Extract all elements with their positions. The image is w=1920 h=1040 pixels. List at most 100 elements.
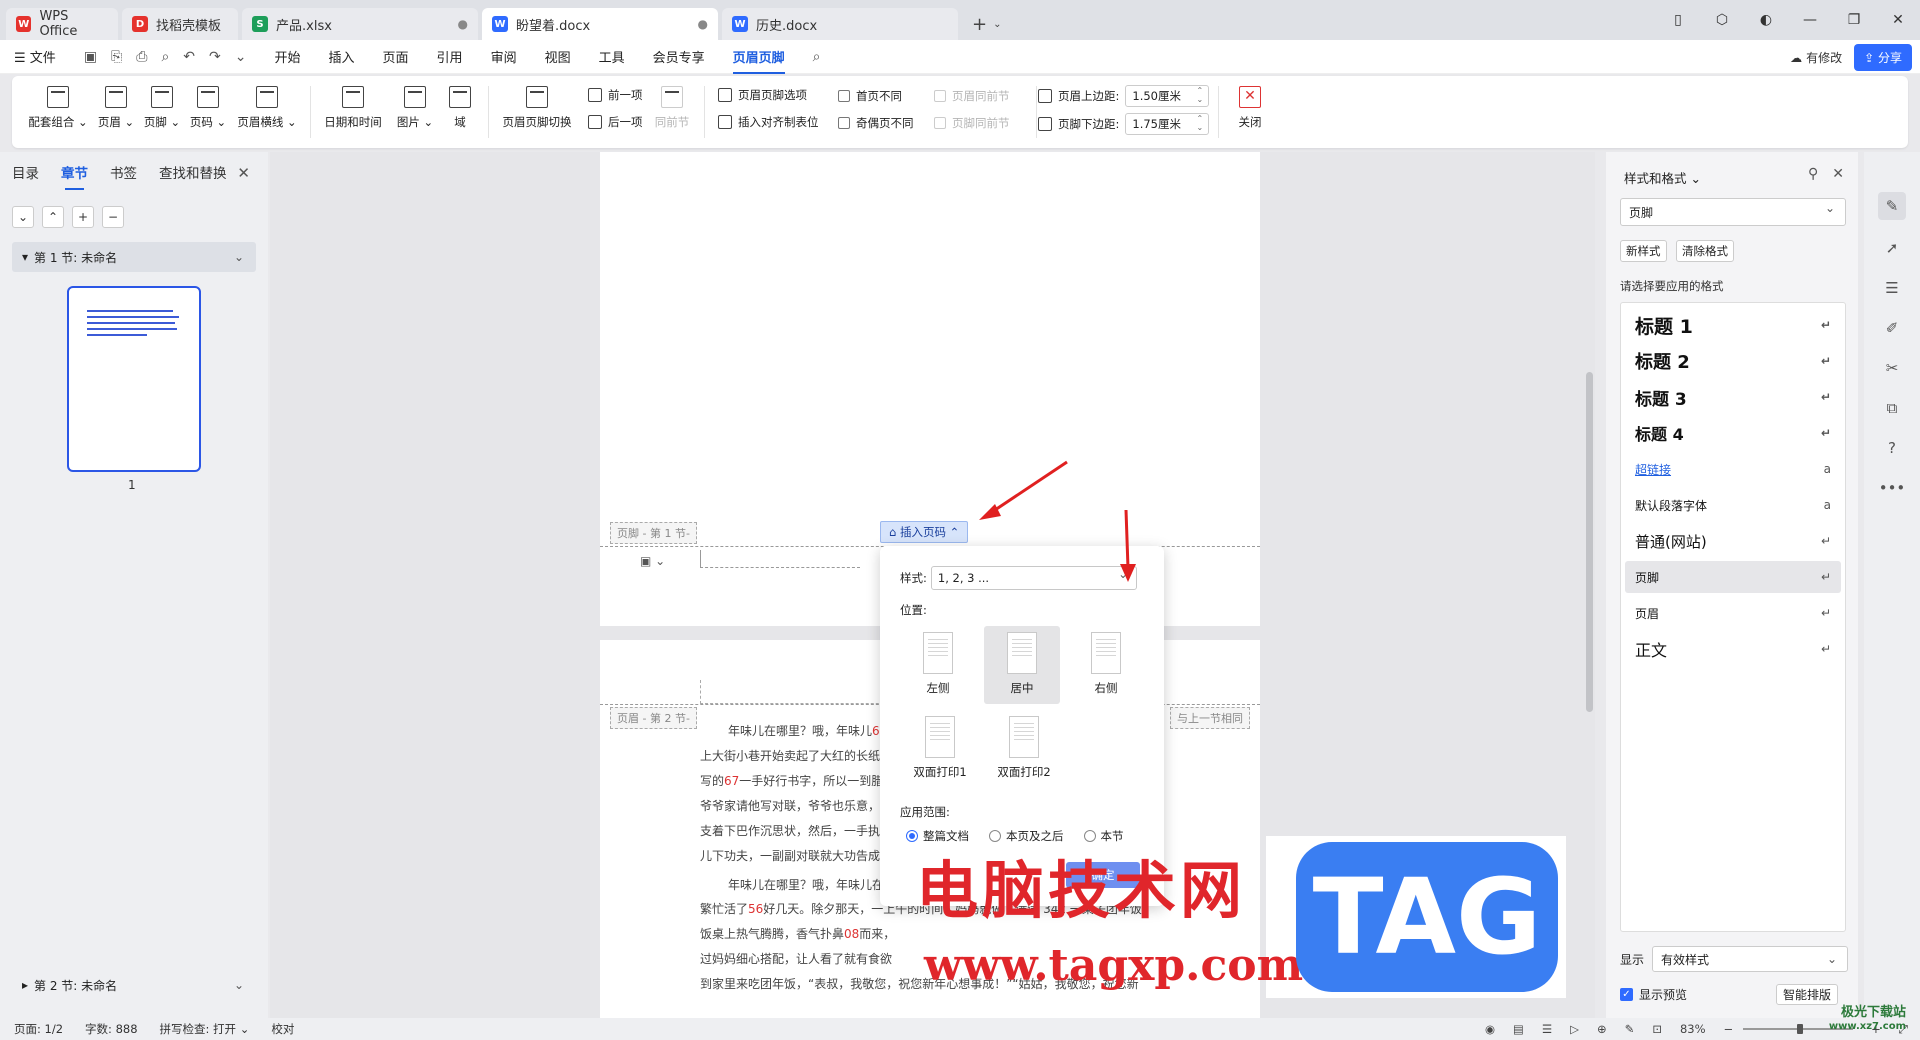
insert-tab-stop-button[interactable]: 插入对齐制表位 <box>718 114 819 130</box>
current-style-select[interactable]: 页脚 <box>1620 198 1846 226</box>
style-body[interactable]: 正文 ↵ <box>1625 633 1841 665</box>
web-view-icon[interactable]: ⊕ <box>1597 1022 1607 1036</box>
edit-doc-icon[interactable]: ✐ <box>1878 314 1906 342</box>
print-icon[interactable]: ⎙ <box>136 49 147 65</box>
checkbox[interactable] <box>934 117 946 129</box>
smart-layout-button[interactable]: 智能排版 <box>1776 984 1839 1005</box>
section-1-header[interactable]: ▾ 第 1 节: 未命名 ⌄ <box>12 242 256 272</box>
show-preview-checkbox[interactable]: ✓ 显示预览 <box>1620 986 1687 1003</box>
first-page-different-checkbox[interactable]: 首页不同 <box>838 88 902 104</box>
hf-switch-button[interactable]: 页眉页脚切换 <box>498 86 576 130</box>
redo-icon[interactable]: ↷ <box>209 49 221 65</box>
style-footer[interactable]: 页脚 ↵ <box>1625 561 1841 593</box>
style-header[interactable]: 页眉 ↵ <box>1625 597 1841 629</box>
close-icon[interactable]: ✕ <box>237 164 250 182</box>
style-normal-web[interactable]: 普通(网站) ↵ <box>1625 525 1841 557</box>
tab-bookmarks[interactable]: 书签 <box>110 162 137 182</box>
zoom-level[interactable]: 83% <box>1680 1022 1706 1036</box>
print-preview-icon[interactable]: ⌕ <box>161 49 169 65</box>
field-button[interactable]: 域 <box>444 86 476 130</box>
menu-home[interactable]: 开始 <box>275 47 301 66</box>
page-number-button[interactable]: 页码 ⌄ <box>188 86 228 130</box>
proofread-button[interactable]: 校对 <box>271 1021 294 1037</box>
tab-sections[interactable]: 章节 <box>61 162 88 190</box>
tools-icon[interactable]: ✂ <box>1878 354 1906 382</box>
close-hf-button[interactable]: ✕ 关闭 <box>1232 86 1268 130</box>
header-top-spinner[interactable]: 1.50厘米 <box>1125 85 1210 107</box>
pen-mode-icon[interactable]: ✎ <box>1625 1022 1635 1036</box>
footer-edit-region[interactable] <box>700 550 860 568</box>
header-button[interactable]: 页眉 ⌄ <box>96 86 136 130</box>
translate-icon[interactable]: ⧉ <box>1878 394 1906 422</box>
search-icon[interactable]: ⌕ <box>813 49 821 65</box>
position-left[interactable]: 左侧 <box>900 626 976 704</box>
next-item-button[interactable]: 后一项 <box>588 114 643 130</box>
footer-button[interactable]: 页脚 ⌄ <box>142 86 182 130</box>
header-same-prev-checkbox[interactable]: 页眉同前节 <box>934 88 1010 104</box>
new-tab-button[interactable]: + ⌄ <box>962 8 1011 40</box>
styles-panel-title[interactable]: 样式和格式 ⌄ <box>1624 168 1701 187</box>
show-select[interactable]: 有效样式 ⌄ <box>1652 946 1849 972</box>
clear-format-button[interactable]: 清除格式 <box>1676 240 1734 262</box>
page-indicator[interactable]: 页面: 1/2 <box>14 1021 63 1037</box>
more-icon[interactable]: ••• <box>1878 474 1906 502</box>
more-chevron-icon[interactable]: ⌄ <box>235 49 247 65</box>
spell-check-toggle[interactable]: 拼写检查: 打开 ⌄ <box>160 1021 250 1037</box>
avatar[interactable]: ◐ <box>1744 12 1788 28</box>
adjust-icon[interactable]: ☰ <box>1878 274 1906 302</box>
play-icon[interactable]: ▷ <box>1570 1022 1579 1036</box>
style-heading-1[interactable]: 标题 1 ↵ <box>1625 309 1841 341</box>
footer-bottom-spinner[interactable]: 1.75厘米 <box>1125 113 1210 135</box>
menu-references[interactable]: 引用 <box>437 47 463 66</box>
chevron-down-icon[interactable]: ⌄ <box>234 978 244 992</box>
checkbox[interactable] <box>838 90 850 102</box>
page-thumbnail[interactable] <box>67 286 201 472</box>
chevron-down-icon[interactable]: ⌄ <box>234 250 244 264</box>
outline-view-icon[interactable]: ☰ <box>1542 1022 1552 1036</box>
odd-even-different-checkbox[interactable]: 奇偶页不同 <box>838 115 914 131</box>
prev-item-button[interactable]: 前一项 <box>588 87 643 103</box>
style-default-font[interactable]: 默认段落字体 a <box>1625 489 1841 521</box>
minimize-icon[interactable]: — <box>1788 12 1832 28</box>
tab-history-docx[interactable]: W 历史.docx <box>722 8 958 40</box>
tab-product-xlsx[interactable]: S 产品.xlsx ● <box>242 8 478 40</box>
style-heading-4[interactable]: 标题 4 ↵ <box>1625 417 1841 449</box>
hf-options-button[interactable]: 页眉页脚选项 <box>718 87 807 103</box>
menu-page[interactable]: 页面 <box>383 47 409 66</box>
datetime-button[interactable]: 日期和时间 <box>320 86 386 130</box>
remove-section-button[interactable]: − <box>102 206 124 228</box>
footer-layout-icon[interactable]: ▣ ⌄ <box>640 554 665 568</box>
add-section-button[interactable]: + <box>72 206 94 228</box>
combo-button[interactable]: 配套组合 ⌄ <box>28 86 88 130</box>
footer-same-prev-checkbox[interactable]: 页脚同前节 <box>934 115 1010 131</box>
menu-insert[interactable]: 插入 <box>329 47 355 66</box>
position-duplex-1[interactable]: 双面打印1 <box>900 710 980 788</box>
chevron-down-icon[interactable]: ⌄ <box>993 19 1001 30</box>
checkbox[interactable] <box>934 90 946 102</box>
style-select[interactable]: 1, 2, 3 ... <box>930 566 1137 590</box>
tab-panwangzhe-docx[interactable]: W 盼望着.docx ● <box>482 8 718 40</box>
chevron-up-icon[interactable]: ⌃ <box>42 206 64 228</box>
header-line-button[interactable]: 页眉横线 ⌄ <box>234 86 300 130</box>
layout-icon[interactable]: ▯ <box>1656 12 1700 28</box>
undo-icon[interactable]: ↶ <box>183 49 195 65</box>
picture-button[interactable]: 图片 ⌄ <box>392 86 438 130</box>
new-style-button[interactable]: 新样式 <box>1620 240 1667 262</box>
fit-width-icon[interactable]: ⊡ <box>1652 1022 1662 1036</box>
tab-close-icon[interactable]: ● <box>698 17 708 31</box>
word-count[interactable]: 字数: 888 <box>85 1021 137 1037</box>
restore-icon[interactable]: ❐ <box>1832 12 1876 28</box>
page-view-icon[interactable]: ▤ <box>1513 1022 1524 1036</box>
menu-tools[interactable]: 工具 <box>599 47 625 66</box>
close-icon[interactable]: ✕ <box>1876 12 1920 28</box>
file-menu[interactable]: ☰ 文件 <box>14 47 56 66</box>
select-icon[interactable]: ➚ <box>1878 234 1906 262</box>
close-icon[interactable]: ✕ <box>1832 166 1844 182</box>
menu-header-footer[interactable]: 页眉页脚 <box>732 47 785 74</box>
menu-member[interactable]: 会员专享 <box>653 47 705 66</box>
tab-docer-templates[interactable]: D 找稻壳模板 <box>122 8 238 40</box>
tab-toc[interactable]: 目录 <box>12 162 39 182</box>
zoom-out-icon[interactable]: − <box>1724 1022 1734 1036</box>
eye-icon[interactable]: ◉ <box>1485 1022 1495 1036</box>
position-center[interactable]: 居中 <box>984 626 1060 704</box>
